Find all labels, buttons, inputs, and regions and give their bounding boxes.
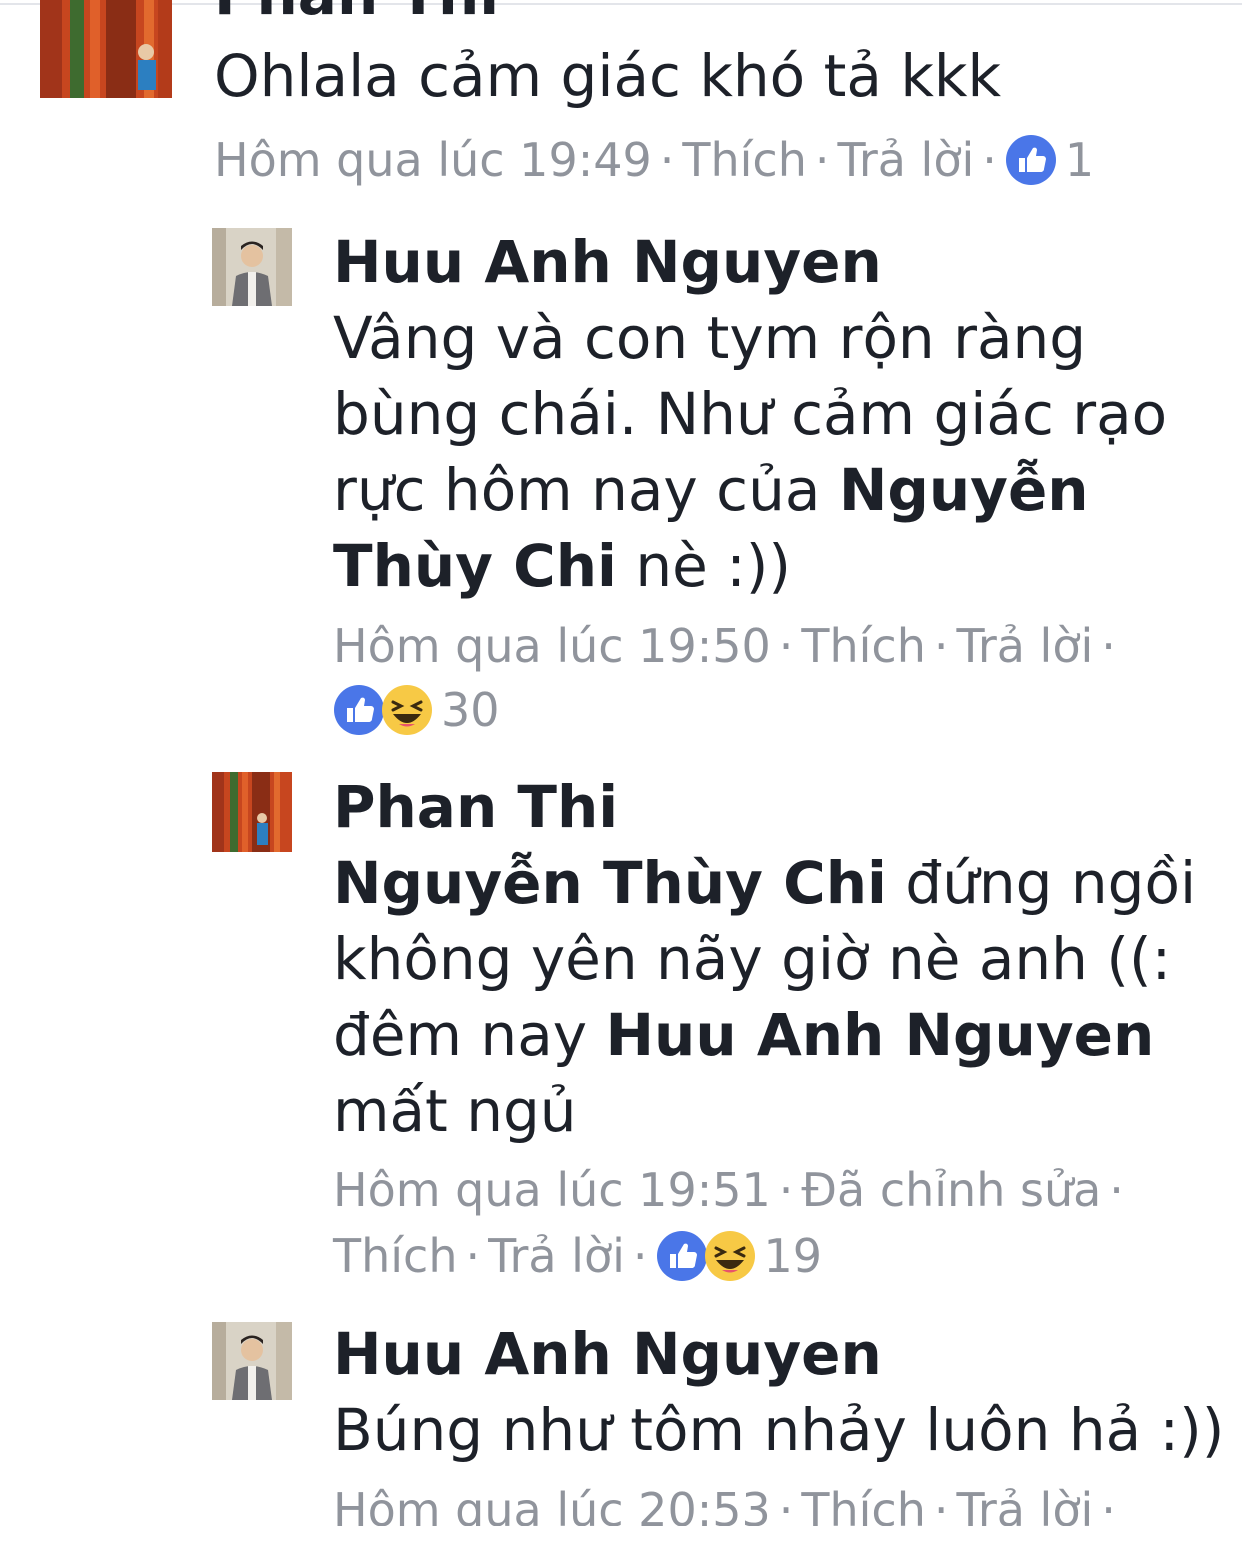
text-segment: mất ngủ bbox=[333, 1077, 577, 1145]
comment-text-line: Thùy Chi nè :)) bbox=[333, 528, 1167, 604]
text-segment: không yên nãy giờ nè anh ((: bbox=[333, 925, 1172, 993]
avatar-phan-thi[interactable] bbox=[40, 0, 172, 98]
comment-actions: Thích · Trả lời · 19 bbox=[333, 1229, 823, 1283]
mention-huu-anh-nguyen[interactable]: Huu Anh Nguyen bbox=[606, 1001, 1155, 1069]
reply-link[interactable]: Trả lời bbox=[956, 1483, 1093, 1526]
reply-link[interactable]: Trả lời bbox=[956, 619, 1093, 673]
top-divider bbox=[0, 3, 1242, 5]
comment-meta: Hôm qua lúc 19:50 · Thích · Trả lời · bbox=[333, 619, 1116, 673]
comment-author[interactable]: Phan Thi bbox=[333, 769, 618, 845]
comment-meta: Hôm qua lúc 19:51 · Đã chỉnh sửa · bbox=[333, 1163, 1124, 1217]
text-segment: rực hôm nay của bbox=[333, 456, 839, 524]
like-icon bbox=[333, 684, 385, 736]
text-segment: nè :)) bbox=[616, 532, 792, 600]
comment-text-line: Nguyễn Thùy Chi đứng ngồi bbox=[333, 845, 1196, 921]
comment-text-line: rực hôm nay của Nguyễn bbox=[333, 452, 1167, 528]
like-icon[interactable] bbox=[656, 1230, 708, 1282]
comment-time[interactable]: Hôm qua lúc 19:51 bbox=[333, 1163, 771, 1217]
comment-meta: Hôm qua lúc 20:53 · Thích · Trả lời · bbox=[333, 1478, 1124, 1526]
avatar-phan-thi[interactable] bbox=[212, 772, 292, 852]
mention-nguyen-thuy-chi[interactable]: Thùy Chi bbox=[333, 532, 617, 600]
reply-link[interactable]: Trả lời bbox=[837, 133, 974, 187]
comment-time[interactable]: Hôm qua lúc 19:50 bbox=[333, 619, 771, 673]
haha-icon bbox=[381, 684, 433, 736]
text-segment: đứng ngồi bbox=[886, 849, 1197, 917]
comment-text: Nguyễn Thùy Chi đứng ngồi không yên nãy … bbox=[333, 845, 1196, 1149]
comment-text: Vâng và con tym rộn ràng bùng chái. Như … bbox=[333, 300, 1167, 604]
comment-text-line: không yên nãy giờ nè anh ((: bbox=[333, 921, 1196, 997]
text-segment: bùng chái. Như cảm giác rạo bbox=[333, 380, 1168, 448]
comment-author[interactable]: Huu Anh Nguyen bbox=[333, 1316, 882, 1392]
comment-meta: Hôm qua lúc 19:49 · Thích · Trả lời · 1 bbox=[214, 133, 1095, 187]
edited-label[interactable]: Đã chỉnh sửa bbox=[801, 1163, 1101, 1217]
like-link[interactable]: Thích bbox=[682, 133, 806, 187]
like-link[interactable]: Thích bbox=[801, 1483, 925, 1526]
like-link[interactable]: Thích bbox=[333, 1229, 457, 1283]
avatar-huu-anh-nguyen[interactable] bbox=[212, 1322, 292, 1400]
comment-text: Búng như tôm nhảy luôn hả :)) bbox=[333, 1392, 1224, 1468]
comment-text-line: Ohlala cảm giác khó tả kkk bbox=[214, 42, 1002, 110]
mention-nguyen-thuy-chi[interactable]: Nguyễn Thùy Chi bbox=[333, 849, 887, 917]
reaction-count: 30 bbox=[441, 683, 500, 737]
comment-text-line: mất ngủ bbox=[333, 1073, 1196, 1149]
mention-nguyen-thuy-chi[interactable]: Nguyễn bbox=[839, 456, 1089, 524]
comment-author[interactable]: Huu Anh Nguyen bbox=[333, 224, 882, 300]
comment-text-line: đêm nay Huu Anh Nguyen bbox=[333, 997, 1196, 1073]
like-icon[interactable] bbox=[1005, 134, 1057, 186]
like-link[interactable]: Thích bbox=[801, 619, 925, 673]
comment-text-line: Vâng và con tym rộn ràng bbox=[333, 300, 1167, 376]
comment-text-line: bùng chái. Như cảm giác rạo bbox=[333, 376, 1167, 452]
comment-time[interactable]: Hôm qua lúc 19:49 bbox=[214, 133, 652, 187]
reply-link[interactable]: Trả lời bbox=[488, 1229, 625, 1283]
text-segment: đêm nay bbox=[333, 1001, 606, 1069]
avatar-huu-anh-nguyen[interactable] bbox=[212, 228, 292, 306]
comment-author[interactable]: Phan Thi bbox=[214, 0, 499, 32]
comment-reactions[interactable]: 30 bbox=[333, 678, 500, 742]
comment-text: Ohlala cảm giác khó tả kkk bbox=[214, 38, 1001, 114]
comment-time[interactable]: Hôm qua lúc 20:53 bbox=[333, 1483, 771, 1526]
haha-icon[interactable] bbox=[704, 1230, 756, 1282]
comment-text-line: Búng như tôm nhảy luôn hả :)) bbox=[333, 1396, 1225, 1464]
text-segment: Vâng và con tym rộn ràng bbox=[333, 304, 1087, 372]
reaction-count[interactable]: 19 bbox=[764, 1229, 823, 1283]
reaction-count[interactable]: 1 bbox=[1065, 133, 1094, 187]
